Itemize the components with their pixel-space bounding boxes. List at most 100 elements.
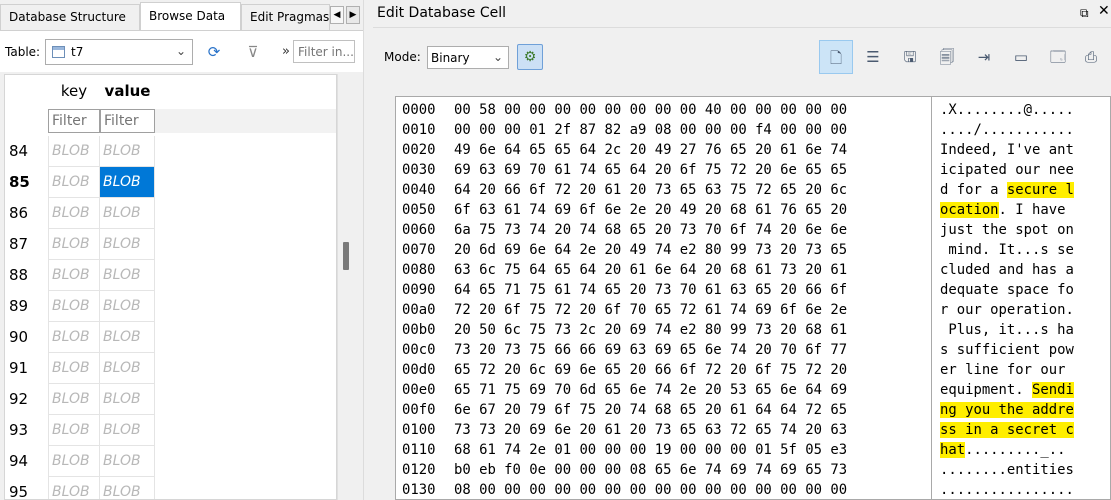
- hex-bytes: 68 61 74 2e 01 00 00 00 19 00 00 00 01 5…: [454, 442, 848, 458]
- row-number[interactable]: 87: [5, 229, 48, 260]
- cell-key[interactable]: BLOB: [48, 477, 100, 499]
- ascii-segment: mind. It...s se: [940, 242, 1074, 258]
- mode-label: Mode:: [384, 50, 421, 64]
- cell-key[interactable]: BLOB: [48, 353, 100, 384]
- hex-line: 0120 b0 eb f0 0e 00 00 00 08 65 6e 74 69 …: [396, 461, 1110, 481]
- table-select[interactable]: t7 ⌄: [45, 39, 193, 65]
- cell-key[interactable]: BLOB: [48, 198, 100, 229]
- hex-line: 00a0 72 20 6f 75 72 20 6f 70 65 72 61 74 …: [396, 301, 1110, 321]
- clear-filters-icon[interactable]: ⊽: [243, 42, 263, 62]
- table-row[interactable]: 85 BLOB BLOB: [5, 167, 336, 198]
- grid-vertical-scrollbar[interactable]: [337, 74, 353, 500]
- filter-key-input[interactable]: [48, 109, 100, 133]
- word-wrap-button[interactable]: 🗋: [819, 40, 853, 74]
- cell-key[interactable]: BLOB: [48, 291, 100, 322]
- hex-bytes: b0 eb f0 0e 00 00 00 08 65 6e 74 69 74 6…: [454, 462, 848, 478]
- apply-button[interactable]: ⇥: [967, 40, 1001, 74]
- row-number[interactable]: 89: [5, 291, 48, 322]
- hex-offset: 0120: [402, 462, 436, 478]
- ascii-text: ocation. I have: [940, 202, 1074, 218]
- table-row[interactable]: 91 BLOB BLOB: [5, 353, 336, 384]
- table-row[interactable]: 84 BLOB BLOB: [5, 136, 336, 167]
- delete-button[interactable]: 🗔: [1041, 40, 1075, 74]
- cell-key[interactable]: BLOB: [48, 136, 100, 167]
- table-row[interactable]: 92 BLOB BLOB: [5, 384, 336, 415]
- pane-splitter[interactable]: [363, 0, 373, 500]
- tab-database-structure[interactable]: Database Structure: [0, 4, 140, 30]
- cell-value[interactable]: BLOB: [100, 198, 155, 229]
- table-row[interactable]: 87 BLOB BLOB: [5, 229, 336, 260]
- table-row[interactable]: 90 BLOB BLOB: [5, 322, 336, 353]
- cell-value[interactable]: BLOB: [100, 446, 155, 477]
- table-row[interactable]: 95 BLOB BLOB: [5, 477, 336, 499]
- table-row[interactable]: 89 BLOB BLOB: [5, 291, 336, 322]
- row-number[interactable]: 86: [5, 198, 48, 229]
- hex-bytes: 69 63 69 70 61 74 65 64 20 6f 75 72 20 6…: [454, 162, 848, 178]
- cell-value[interactable]: BLOB: [100, 291, 155, 322]
- hex-line: 00f0 6e 67 20 79 6f 75 20 74 68 65 20 61 …: [396, 401, 1110, 421]
- hex-offset: 0090: [402, 282, 436, 298]
- set-null-button[interactable]: ▭: [1004, 40, 1038, 74]
- cell-value[interactable]: BLOB: [100, 167, 155, 198]
- ascii-segment: ng you the addre: [940, 402, 1074, 418]
- ascii-text: mind. It...s se: [940, 242, 1074, 258]
- tab-browse-data[interactable]: Browse Data: [140, 2, 241, 30]
- cell-value[interactable]: BLOB: [100, 415, 155, 446]
- cell-value[interactable]: BLOB: [100, 322, 155, 353]
- auto-switch-mode-button[interactable]: ⚙: [517, 44, 543, 70]
- row-number[interactable]: 84: [5, 136, 48, 167]
- cell-key[interactable]: BLOB: [48, 446, 100, 477]
- import-button[interactable]: 🖫: [893, 40, 927, 74]
- row-number[interactable]: 92: [5, 384, 48, 415]
- ascii-text: Indeed, I've ant: [940, 142, 1074, 158]
- row-number[interactable]: 94: [5, 446, 48, 477]
- filter-all-columns-input[interactable]: [293, 40, 355, 63]
- tab-scroll-left-icon[interactable]: ◀: [330, 6, 344, 24]
- column-header-key[interactable]: key: [48, 75, 100, 107]
- cell-key[interactable]: BLOB: [48, 167, 100, 198]
- row-number[interactable]: 88: [5, 260, 48, 291]
- cell-key[interactable]: BLOB: [48, 260, 100, 291]
- row-number[interactable]: 85: [5, 167, 48, 198]
- cell-key[interactable]: BLOB: [48, 415, 100, 446]
- cell-value[interactable]: BLOB: [100, 353, 155, 384]
- tab-scroll-right-icon[interactable]: ▶: [346, 6, 360, 24]
- print-button[interactable]: ⎙: [1074, 40, 1108, 74]
- float-dock-icon[interactable]: ⧉: [1080, 6, 1089, 21]
- cell-value[interactable]: BLOB: [100, 477, 155, 499]
- table-row[interactable]: 94 BLOB BLOB: [5, 446, 336, 477]
- scrollbar-thumb[interactable]: [343, 242, 349, 270]
- auto-format-button[interactable]: ☰: [856, 40, 890, 74]
- row-number[interactable]: 91: [5, 353, 48, 384]
- cell-value[interactable]: BLOB: [100, 229, 155, 260]
- cell-value[interactable]: BLOB: [100, 136, 155, 167]
- column-header-value[interactable]: value: [100, 75, 155, 107]
- hex-editor[interactable]: 0000 00 58 00 00 00 00 00 00 00 00 40 00 …: [395, 96, 1111, 500]
- hex-line: 00c0 73 20 73 75 66 66 69 63 69 65 6e 74 …: [396, 341, 1110, 361]
- close-icon[interactable]: ✕: [1098, 3, 1110, 19]
- import-icon: 🖫: [903, 48, 917, 66]
- export-button[interactable]: 🗐: [930, 40, 964, 74]
- cell-value[interactable]: BLOB: [100, 260, 155, 291]
- cell-key[interactable]: BLOB: [48, 384, 100, 415]
- table-row[interactable]: 93 BLOB BLOB: [5, 415, 336, 446]
- filter-value-input[interactable]: [100, 109, 155, 133]
- table-row[interactable]: 86 BLOB BLOB: [5, 198, 336, 229]
- mode-select[interactable]: Binary ⌄: [427, 46, 509, 69]
- row-number[interactable]: 95: [5, 477, 48, 499]
- tab-edit-pragmas[interactable]: Edit Pragmas: [241, 4, 330, 30]
- cell-value[interactable]: BLOB: [100, 384, 155, 415]
- apply-icon: ⇥: [977, 48, 991, 66]
- ascii-segment: s sufficient pow: [940, 342, 1074, 358]
- row-number[interactable]: 90: [5, 322, 48, 353]
- table-row[interactable]: 88 BLOB BLOB: [5, 260, 336, 291]
- hex-bytes: 6e 67 20 79 6f 75 20 74 68 65 20 61 64 6…: [454, 402, 848, 418]
- ascii-segment: ..../...........: [940, 122, 1074, 138]
- ascii-text: ng you the addre: [940, 402, 1074, 418]
- hex-offset: 00e0: [402, 382, 436, 398]
- row-number[interactable]: 93: [5, 415, 48, 446]
- cell-key[interactable]: BLOB: [48, 322, 100, 353]
- cell-key[interactable]: BLOB: [48, 229, 100, 260]
- refresh-icon[interactable]: ⟳: [204, 42, 224, 62]
- ascii-text: d for a secure l: [940, 182, 1074, 198]
